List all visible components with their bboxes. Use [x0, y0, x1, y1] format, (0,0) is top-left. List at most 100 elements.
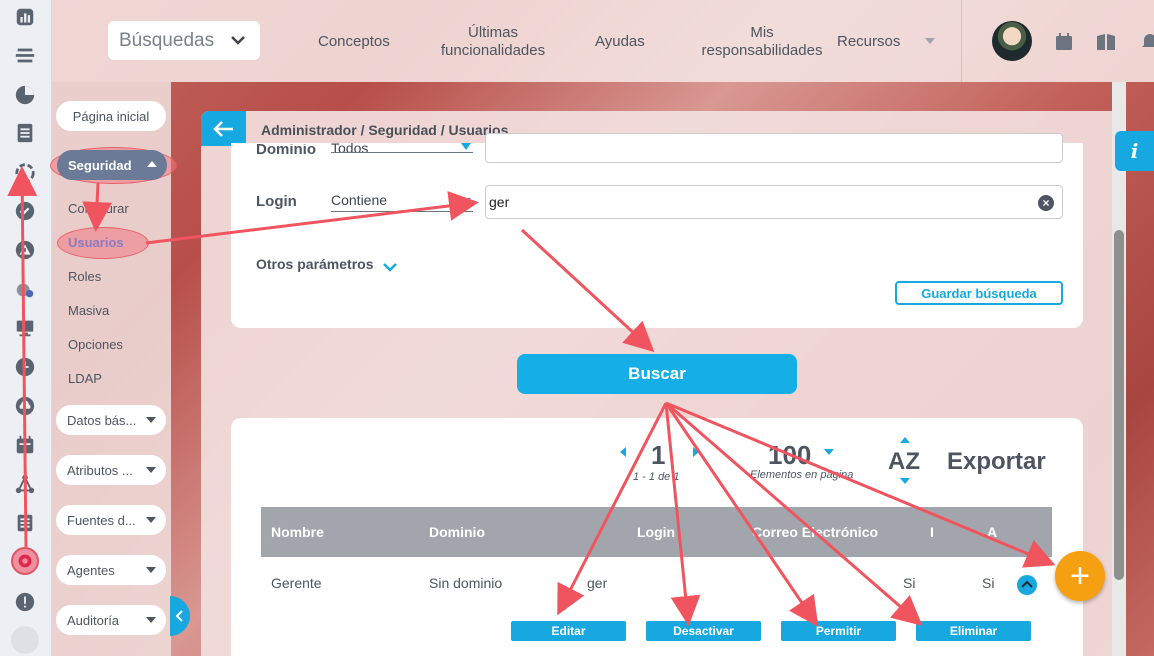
save-search-button[interactable]: Guardar búsqueda — [895, 281, 1063, 305]
sort-up-icon[interactable] — [900, 437, 910, 443]
deactivate-button[interactable]: Desactivar — [646, 621, 761, 641]
dominio-input[interactable] — [485, 133, 1063, 163]
more-icon[interactable] — [11, 626, 39, 654]
login-operator-select[interactable]: Contiene — [331, 192, 473, 212]
alert-icon[interactable] — [11, 588, 39, 616]
search-button[interactable]: Buscar — [517, 354, 797, 394]
nav-recursos[interactable]: Recursos — [837, 33, 900, 51]
lines-icon[interactable] — [11, 41, 39, 69]
menu-usuarios[interactable]: Usuarios — [68, 235, 124, 250]
export-button[interactable]: Exportar — [947, 448, 1046, 476]
home-link[interactable]: Página inicial — [56, 101, 166, 131]
otros-parametros-label[interactable]: Otros parámetros — [256, 256, 373, 272]
bell-icon[interactable] — [1140, 32, 1154, 52]
per-page-value[interactable]: 100 — [768, 440, 811, 471]
calendar-icon[interactable] — [11, 431, 39, 459]
permit-button[interactable]: Permitir — [781, 621, 896, 641]
menu-auditoria[interactable]: Auditoría — [56, 605, 166, 635]
delete-button[interactable]: Eliminar — [916, 621, 1031, 641]
cloud-icon[interactable] — [11, 392, 39, 420]
back-button[interactable] — [201, 111, 246, 146]
edit-button[interactable]: Editar — [511, 621, 626, 641]
caret-down-icon — [146, 467, 156, 473]
menu-agentes[interactable]: Agentes — [56, 555, 166, 585]
chevron-down-icon[interactable] — [382, 259, 398, 275]
caret-down-icon — [146, 417, 156, 423]
login-operator-value: Contiene — [331, 192, 388, 208]
col-login[interactable]: Login — [637, 524, 675, 540]
col-correo[interactable]: Correo Electrónico — [752, 524, 878, 540]
network-icon[interactable] — [11, 470, 39, 498]
clear-icon[interactable]: × — [1038, 195, 1054, 211]
top-bar: Búsquedas Conceptos Últimas funcionalida… — [52, 0, 1154, 82]
login-input[interactable]: ger × — [485, 185, 1063, 219]
settings-cloud-icon[interactable] — [11, 276, 39, 304]
nav-ultimas-funcionalidades[interactable]: Últimas funcionalidades — [435, 24, 551, 60]
menu-datos-basicos-label: Datos bás... — [67, 412, 137, 428]
results-card: 1 1 - 1 de 1 100 Elementos en página AZ … — [231, 418, 1083, 656]
chevron-left-icon — [175, 610, 183, 622]
clock-icon[interactable] — [11, 353, 39, 381]
warning-icon[interactable] — [11, 236, 39, 264]
divider — [961, 0, 962, 82]
caret-down-icon — [146, 517, 156, 523]
cell-login: ger — [587, 575, 608, 591]
scrollbar-thumb[interactable] — [1114, 230, 1124, 580]
menu-atributos[interactable]: Atributos ... — [56, 455, 166, 485]
col-a[interactable]: A — [987, 524, 997, 540]
nav-conceptos[interactable]: Conceptos — [318, 33, 390, 51]
menu-datos-basicos[interactable]: Datos bás... — [56, 405, 166, 435]
menu-masiva[interactable]: Masiva — [68, 303, 109, 318]
menu-atributos-label: Atributos ... — [67, 462, 133, 478]
menu-seguridad[interactable]: Seguridad — [57, 150, 167, 180]
page-range: 1 - 1 de 1 — [633, 471, 680, 483]
sort-az-button[interactable]: AZ — [888, 448, 920, 476]
login-label: Login — [256, 193, 297, 210]
per-page-dropdown-icon[interactable] — [824, 449, 834, 455]
caret-down-icon — [146, 617, 156, 623]
dashboard-icon[interactable] — [11, 3, 39, 31]
menu-fuentes[interactable]: Fuentes d... — [56, 505, 166, 535]
sort-down-icon[interactable] — [900, 478, 910, 484]
page-number: 1 — [651, 440, 666, 470]
add-button[interactable]: + — [1055, 551, 1105, 601]
menu-opciones[interactable]: Opciones — [68, 337, 123, 352]
col-dominio[interactable]: Dominio — [429, 524, 485, 540]
nav-ayudas[interactable]: Ayudas — [595, 33, 645, 51]
login-input-value: ger — [489, 194, 510, 210]
document-icon[interactable] — [11, 119, 39, 147]
main-panel: Administrador / Seguridad / Usuarios Dom… — [201, 111, 1125, 656]
search-select[interactable]: Búsquedas — [108, 21, 260, 60]
avatar[interactable] — [992, 21, 1032, 61]
menu-configurar[interactable]: Configurar — [68, 201, 129, 216]
list-icon[interactable] — [11, 509, 39, 537]
breadcrumb: Administrador / Seguridad / Usuarios — [261, 122, 509, 138]
arrow-left-icon — [212, 120, 233, 137]
check-icon[interactable] — [11, 197, 39, 225]
next-page-icon[interactable] — [693, 447, 699, 457]
dominio-select[interactable]: Todos — [331, 140, 473, 153]
cell-dominio: Sin dominio — [429, 575, 503, 591]
collapse-menu-button[interactable] — [170, 596, 190, 636]
table-header: Nombre Dominio Login Correo Electrónico … — [261, 507, 1052, 557]
menu-auditoria-label: Auditoría — [67, 612, 120, 628]
monitor-icon[interactable] — [11, 314, 39, 342]
prev-page-icon[interactable] — [620, 447, 626, 457]
book-icon[interactable] — [1096, 32, 1116, 52]
expand-row-button[interactable] — [1017, 575, 1037, 595]
menu-roles[interactable]: Roles — [68, 269, 101, 284]
table-row[interactable]: Gerente Sin dominio ger Si Si Editar Des… — [261, 557, 1052, 656]
dominio-value: Todos — [331, 140, 369, 153]
gear-icon[interactable] — [11, 547, 39, 575]
pie-chart-icon[interactable] — [11, 81, 39, 109]
cycle-icon[interactable] — [11, 159, 39, 187]
info-button[interactable]: i — [1115, 131, 1154, 171]
col-i[interactable]: I — [930, 524, 934, 540]
col-nombre[interactable]: Nombre — [271, 524, 324, 540]
nav-mis-responsabilidades[interactable]: Mis responsabilidades — [695, 24, 829, 60]
dropdown-triangle-icon — [461, 198, 471, 205]
dropdown-triangle-icon — [461, 143, 471, 150]
calendar-icon[interactable] — [1054, 32, 1074, 52]
menu-ldap[interactable]: LDAP — [68, 371, 102, 386]
menu-agentes-label: Agentes — [67, 562, 115, 578]
